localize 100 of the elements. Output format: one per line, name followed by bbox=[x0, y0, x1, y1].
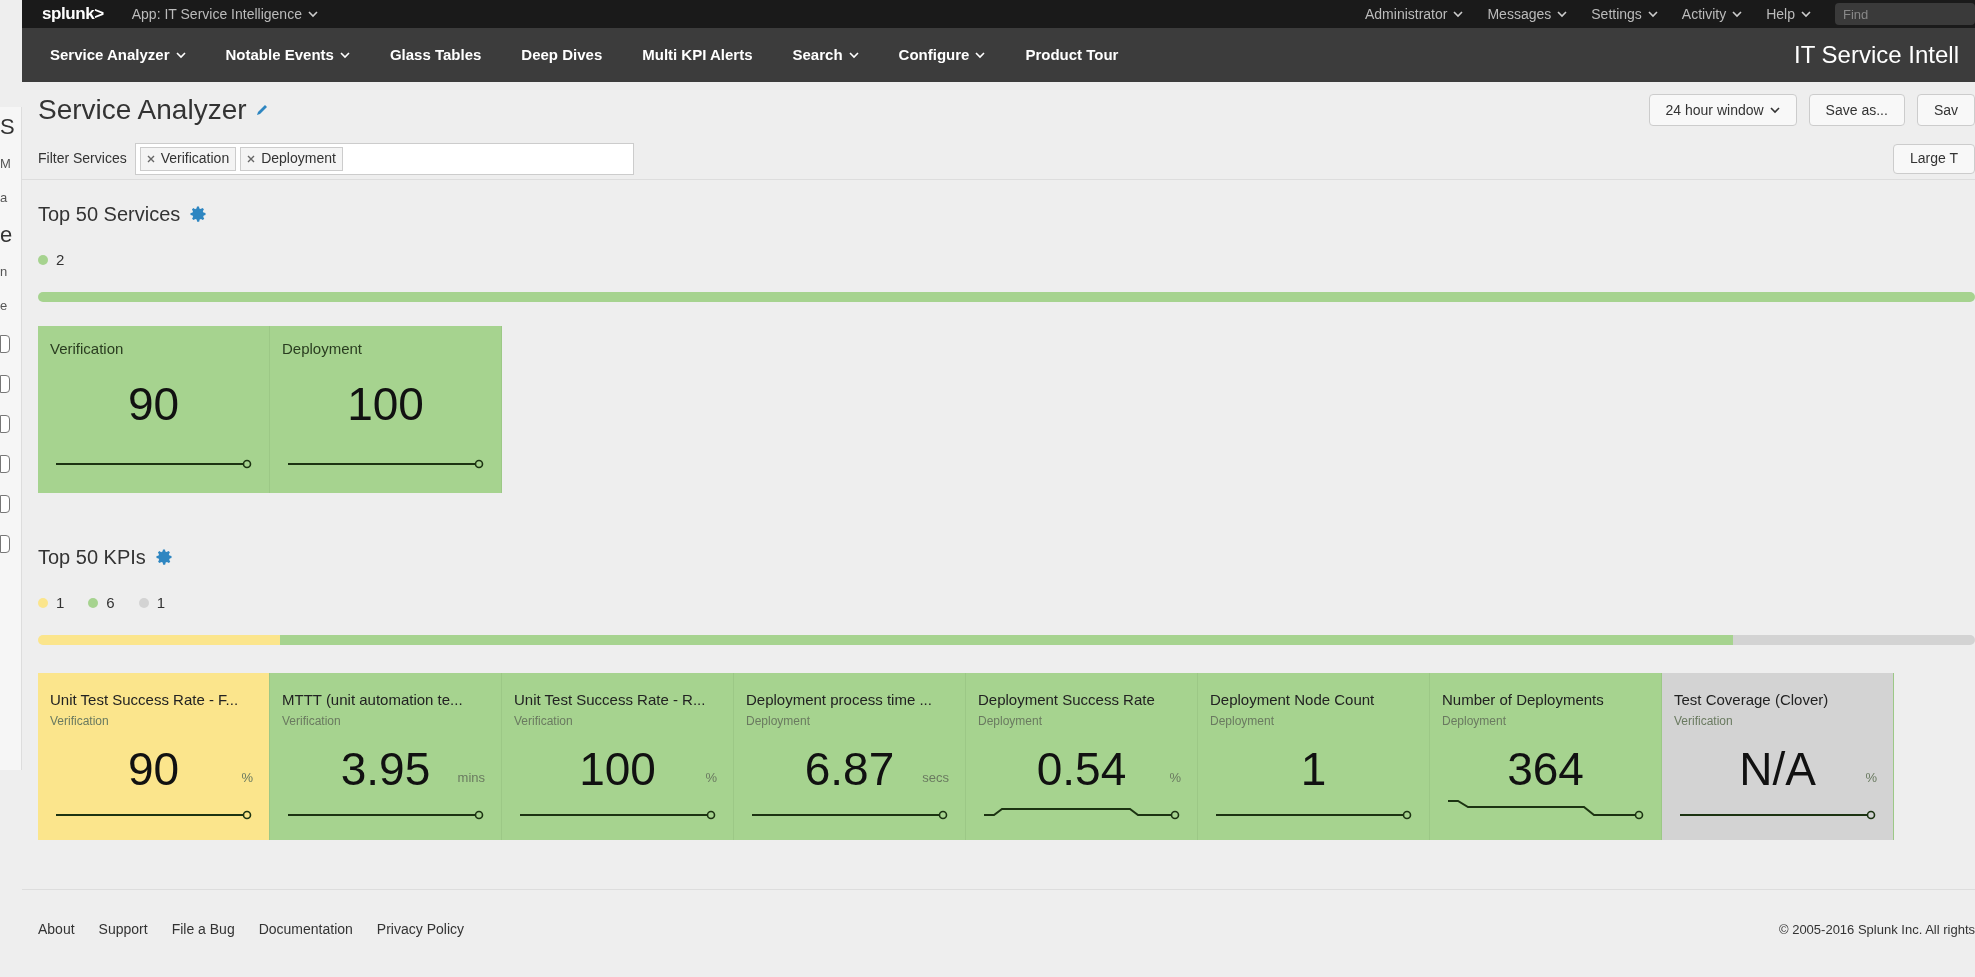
nav-item[interactable]: Deep Dives bbox=[509, 43, 615, 67]
kpi-tile[interactable]: Test Coverage (Clover) Verification N/A % bbox=[1662, 673, 1894, 840]
unit-label: % bbox=[241, 769, 253, 787]
kpi-value: N/A bbox=[1739, 745, 1816, 792]
nav-item[interactable]: Product Tour bbox=[1013, 43, 1131, 67]
checkbox[interactable] bbox=[0, 455, 10, 473]
nav-item[interactable]: Notable Events bbox=[213, 43, 362, 67]
service-tile[interactable]: Deployment 100 bbox=[270, 326, 502, 493]
service-score: 100 bbox=[347, 380, 424, 427]
status-count: 2 bbox=[56, 249, 65, 270]
service-name: Verification bbox=[282, 712, 342, 730]
service-name: Deployment bbox=[978, 712, 1044, 730]
checkbox[interactable] bbox=[0, 495, 10, 513]
kpi-tile[interactable]: Deployment Node Count Deployment 1 bbox=[1198, 673, 1430, 840]
caret-icon bbox=[175, 51, 186, 59]
kpi-name: Unit Test Success Rate - R... bbox=[514, 690, 707, 710]
top-menu[interactable]: Help bbox=[1766, 3, 1811, 25]
kpi-name: Test Coverage (Clover) bbox=[1674, 690, 1830, 710]
service-name: Verification bbox=[1674, 712, 1734, 730]
service-tile[interactable]: Verification 90 bbox=[38, 326, 270, 493]
kpi-value: 1 bbox=[1300, 745, 1327, 792]
kpi-value: 3.95 bbox=[340, 745, 431, 792]
settings-icon[interactable] bbox=[188, 204, 209, 224]
top-menu[interactable]: Activity bbox=[1681, 3, 1743, 25]
text-fragment: n bbox=[0, 263, 9, 281]
header-button[interactable]: Sav bbox=[1916, 94, 1975, 126]
nav-item[interactable]: Configure bbox=[886, 43, 998, 67]
search-field[interactable]: Find bbox=[1835, 3, 1975, 25]
nav-item[interactable]: Search bbox=[780, 43, 871, 67]
footer-link[interactable]: File a Bug bbox=[171, 919, 235, 940]
caret-icon bbox=[848, 51, 859, 59]
footer-link[interactable]: Privacy Policy bbox=[376, 919, 464, 940]
app-menu[interactable]: App: IT Service Intelligence bbox=[131, 3, 318, 25]
caret-icon bbox=[339, 51, 350, 59]
unit-label: % bbox=[1169, 769, 1181, 787]
top-menu[interactable]: Messages bbox=[1487, 3, 1568, 25]
caret-icon bbox=[1801, 10, 1811, 18]
text-fragment: S bbox=[0, 113, 16, 141]
nav-item[interactable]: Glass Tables bbox=[377, 43, 494, 67]
nav-item[interactable]: Service Analyzer bbox=[38, 43, 198, 67]
service-name: Deployment bbox=[282, 339, 364, 359]
section-title: Top 50 Services bbox=[38, 202, 181, 227]
text-fragment: e bbox=[0, 221, 14, 249]
kpi-tile[interactable]: Unit Test Success Rate - R... Verification 100 % bbox=[502, 673, 734, 840]
kpi-name: Deployment Node Count bbox=[1210, 690, 1376, 710]
kpi-value: 6.87 bbox=[804, 745, 895, 792]
footer-link[interactable]: About bbox=[38, 919, 75, 940]
kpi-tile[interactable]: Unit Test Success Rate - F... Verification 90 % bbox=[38, 673, 270, 840]
caret-icon bbox=[975, 51, 986, 59]
kpi-name: Deployment Success Rate bbox=[978, 690, 1156, 710]
header-button[interactable]: Save as... bbox=[1808, 94, 1905, 126]
checkbox[interactable] bbox=[0, 375, 10, 393]
unit-label: % bbox=[1865, 769, 1877, 787]
caret-icon bbox=[1732, 10, 1743, 18]
checkbox[interactable] bbox=[0, 535, 10, 553]
edit-icon[interactable] bbox=[254, 103, 269, 117]
caret-icon bbox=[1769, 106, 1780, 114]
header-button[interactable]: 24 hour window bbox=[1648, 94, 1797, 126]
caret-icon bbox=[1647, 10, 1658, 18]
kpi-value: 90 bbox=[127, 745, 180, 792]
remove-icon[interactable] bbox=[247, 154, 256, 163]
checkbox[interactable] bbox=[0, 415, 10, 433]
footer-link[interactable]: Documentation bbox=[258, 919, 353, 940]
nav-item[interactable]: Multi KPI Alerts bbox=[630, 43, 765, 67]
app-title: IT Service Intell bbox=[1794, 40, 1959, 70]
filter-field[interactable]: Verification Deployment bbox=[134, 142, 634, 175]
text-fragment: e bbox=[0, 297, 9, 315]
kpi-value: 100 bbox=[579, 745, 656, 792]
service-name: Deployment bbox=[1442, 712, 1508, 730]
status-count: 6 bbox=[106, 592, 115, 613]
caret-icon bbox=[307, 10, 318, 18]
kpi-tile[interactable]: Deployment process time ... Deployment 6.87 secs bbox=[734, 673, 966, 840]
view-button[interactable]: Large T bbox=[1893, 143, 1975, 174]
text-fragment: M bbox=[0, 155, 12, 173]
kpi-value: 0.54 bbox=[1036, 745, 1127, 792]
top-menu[interactable]: Administrator bbox=[1365, 3, 1464, 25]
service-name: Verification bbox=[514, 712, 574, 730]
logo[interactable]: splunk> bbox=[42, 1, 104, 27]
service-name: Deployment bbox=[746, 712, 812, 730]
status-count: 1 bbox=[56, 592, 65, 613]
kpi-name: Number of Deployments bbox=[1442, 690, 1605, 710]
kpi-name: Unit Test Success Rate - F... bbox=[50, 690, 240, 710]
filter-token[interactable]: Verification bbox=[139, 146, 237, 171]
top-menu[interactable]: Settings bbox=[1591, 3, 1658, 25]
service-name: Verification bbox=[50, 339, 125, 359]
unit-label: mins bbox=[457, 769, 485, 787]
unit-label: secs bbox=[922, 769, 949, 787]
page-title: Service Analyzer bbox=[38, 93, 247, 127]
remove-icon[interactable] bbox=[146, 154, 155, 163]
checkbox[interactable] bbox=[0, 335, 10, 353]
kpi-tile[interactable]: Deployment Success Rate Deployment 0.54 % bbox=[966, 673, 1198, 840]
filter-label: Filter Services bbox=[38, 149, 127, 168]
copyright: © 2005-2016 Splunk Inc. All rights bbox=[1778, 920, 1975, 939]
service-score: 90 bbox=[127, 380, 180, 427]
service-name: Verification bbox=[50, 712, 110, 730]
footer-link[interactable]: Support bbox=[98, 919, 148, 940]
service-name: Deployment bbox=[1210, 712, 1276, 730]
filter-token[interactable]: Deployment bbox=[240, 146, 343, 171]
kpi-tile[interactable]: MTTT (unit automation te... Verification 3.95 mins bbox=[270, 673, 502, 840]
kpi-tile[interactable]: Number of Deployments Deployment 364 bbox=[1430, 673, 1662, 840]
